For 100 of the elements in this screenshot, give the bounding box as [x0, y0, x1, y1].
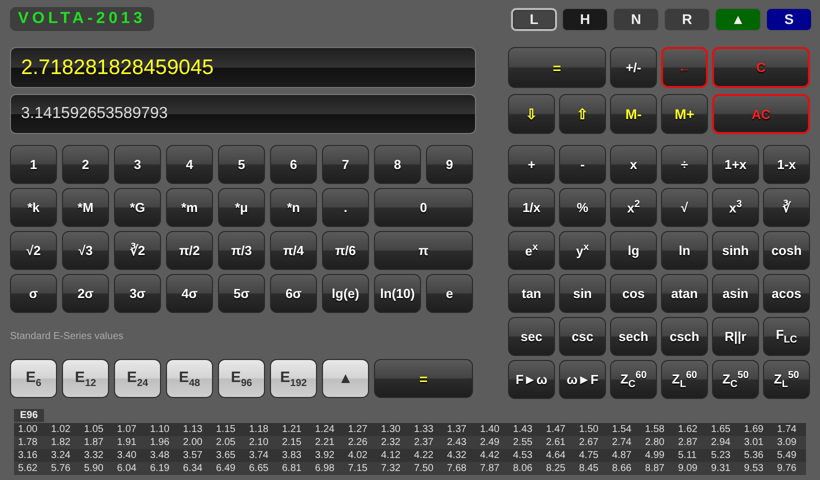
calculator-key[interactable]: ln(10)	[374, 274, 421, 313]
calculator-key[interactable]: *G	[114, 188, 161, 227]
calculator-key[interactable]: √2	[10, 231, 57, 270]
calculator-key[interactable]: E$_{12}$	[62, 359, 109, 398]
calculator-key[interactable]: F$_{LC}$	[763, 317, 810, 356]
calculator-key[interactable]: *μ	[218, 188, 265, 227]
calculator-key[interactable]: lg(e)	[322, 274, 369, 313]
calculator-key[interactable]: 2	[62, 145, 109, 184]
calculator-key[interactable]: ÷	[661, 145, 708, 184]
calculator-key[interactable]: 5	[218, 145, 265, 184]
calculator-key[interactable]: *M	[62, 188, 109, 227]
calculator-key[interactable]: lg	[610, 231, 657, 270]
calculator-key[interactable]: E$_{192}$	[270, 359, 317, 398]
calculator-key[interactable]: 4	[166, 145, 213, 184]
calculator-key[interactable]: M-	[610, 94, 657, 134]
calculator-key[interactable]: π/6	[322, 231, 369, 270]
table-tab[interactable]: E96	[14, 409, 44, 422]
calculator-key[interactable]: tan	[508, 274, 555, 313]
calculator-key[interactable]: x	[610, 145, 657, 184]
table-cell: 1.74	[773, 423, 806, 436]
table-cell: 1.24	[311, 423, 344, 436]
calculator-key[interactable]: 1/x	[508, 188, 555, 227]
calculator-key[interactable]: sech	[610, 317, 657, 356]
app-logo: VOLTA-2013	[10, 7, 154, 31]
calculator-key[interactable]: sin	[559, 274, 606, 313]
table-cell: 4.32	[443, 449, 476, 462]
calculator-key[interactable]: %	[559, 188, 606, 227]
table-cell: 1.50	[575, 423, 608, 436]
calculator-key[interactable]: 4σ	[166, 274, 213, 313]
calculator-key[interactable]: *k	[10, 188, 57, 227]
calculator-key[interactable]: E$_{6}$	[10, 359, 57, 398]
calculator-key[interactable]: +/-	[610, 47, 657, 88]
calculator-key[interactable]: π	[374, 231, 473, 270]
calculator-key[interactable]: AC	[712, 94, 810, 134]
mode-button[interactable]: N	[613, 8, 659, 30]
calculator-key[interactable]: 1	[10, 145, 57, 184]
calculator-key[interactable]: ←	[661, 47, 708, 88]
mode-button[interactable]: R	[664, 8, 710, 30]
calculator-key[interactable]: 6	[270, 145, 317, 184]
calculator-key[interactable]: 1-x	[763, 145, 810, 184]
calculator-key[interactable]: M+	[661, 94, 708, 134]
calculator-key[interactable]: ∛2	[114, 231, 161, 270]
calculator-key[interactable]: 3	[114, 145, 161, 184]
calculator-key[interactable]: atan	[661, 274, 708, 313]
calculator-key[interactable]: x$^{2}$	[610, 188, 657, 227]
calculator-key[interactable]: sinh	[712, 231, 759, 270]
calculator-key[interactable]: csc	[559, 317, 606, 356]
calculator-key[interactable]: 7	[322, 145, 369, 184]
mode-button[interactable]: ▲	[715, 8, 761, 30]
calculator-key[interactable]: π/3	[218, 231, 265, 270]
calculator-key[interactable]: F►ω	[508, 360, 555, 399]
table-cell: 1.69	[740, 423, 773, 436]
calculator-key[interactable]: 9	[426, 145, 473, 184]
section-label: Standard E-Series values	[10, 330, 124, 342]
calculator-key[interactable]: 5σ	[218, 274, 265, 313]
calculator-key[interactable]: ⇩	[508, 94, 555, 134]
calculator-key[interactable]: 1+x	[712, 145, 759, 184]
calculator-key[interactable]: ⇧	[559, 94, 606, 134]
calculator-key[interactable]: E$_{24}$	[114, 359, 161, 398]
table-cell: 4.53	[509, 449, 542, 462]
calculator-key[interactable]: =	[508, 47, 606, 88]
calculator-key[interactable]: 0	[374, 188, 473, 227]
calculator-key[interactable]: R||r	[712, 317, 759, 356]
calculator-key[interactable]: ∛	[763, 188, 810, 227]
calculator-key[interactable]: *n	[270, 188, 317, 227]
table-cell: 3.48	[146, 449, 179, 462]
calculator-key[interactable]: ln	[661, 231, 708, 270]
calculator-key[interactable]: ω►F	[559, 360, 606, 399]
calculator-key[interactable]: y$^{x}$	[559, 231, 606, 270]
calculator-key[interactable]: π/2	[166, 231, 213, 270]
calculator-key[interactable]: asin	[712, 274, 759, 313]
calculator-key[interactable]: cos	[610, 274, 657, 313]
calculator-key[interactable]: .	[322, 188, 369, 227]
calculator-key[interactable]: cosh	[763, 231, 810, 270]
calculator-key[interactable]: 6σ	[270, 274, 317, 313]
calculator-key[interactable]: -	[559, 145, 606, 184]
calculator-key[interactable]: acos	[763, 274, 810, 313]
mode-button[interactable]: L	[511, 8, 557, 30]
calculator-key[interactable]: e$^{x}$	[508, 231, 555, 270]
calculator-key[interactable]: E$_{48}$	[166, 359, 213, 398]
calculator-key[interactable]: σ	[10, 274, 57, 313]
calculator-key[interactable]: 8	[374, 145, 421, 184]
calculator-key[interactable]: x$^{3}$	[712, 188, 759, 227]
calculator-key[interactable]: sec	[508, 317, 555, 356]
table-cell: 4.12	[377, 449, 410, 462]
mode-button[interactable]: H	[562, 8, 608, 30]
calculator-key[interactable]: π/4	[270, 231, 317, 270]
calculator-key[interactable]: ▲	[322, 359, 369, 398]
mode-button[interactable]: S	[766, 8, 812, 30]
table-cell: 3.16	[14, 449, 47, 462]
calculator-key[interactable]: √3	[62, 231, 109, 270]
calculator-key[interactable]: =	[374, 359, 473, 398]
calculator-key[interactable]: csch	[661, 317, 708, 356]
calculator-key[interactable]: √	[661, 188, 708, 227]
calculator-key[interactable]: *m	[166, 188, 213, 227]
calculator-key[interactable]: e	[426, 274, 473, 313]
calculator-key[interactable]: +	[508, 145, 555, 184]
calculator-key[interactable]: 2σ	[62, 274, 109, 313]
calculator-key[interactable]: 3σ	[114, 274, 161, 313]
calculator-key[interactable]: E$_{96}$	[218, 359, 265, 398]
